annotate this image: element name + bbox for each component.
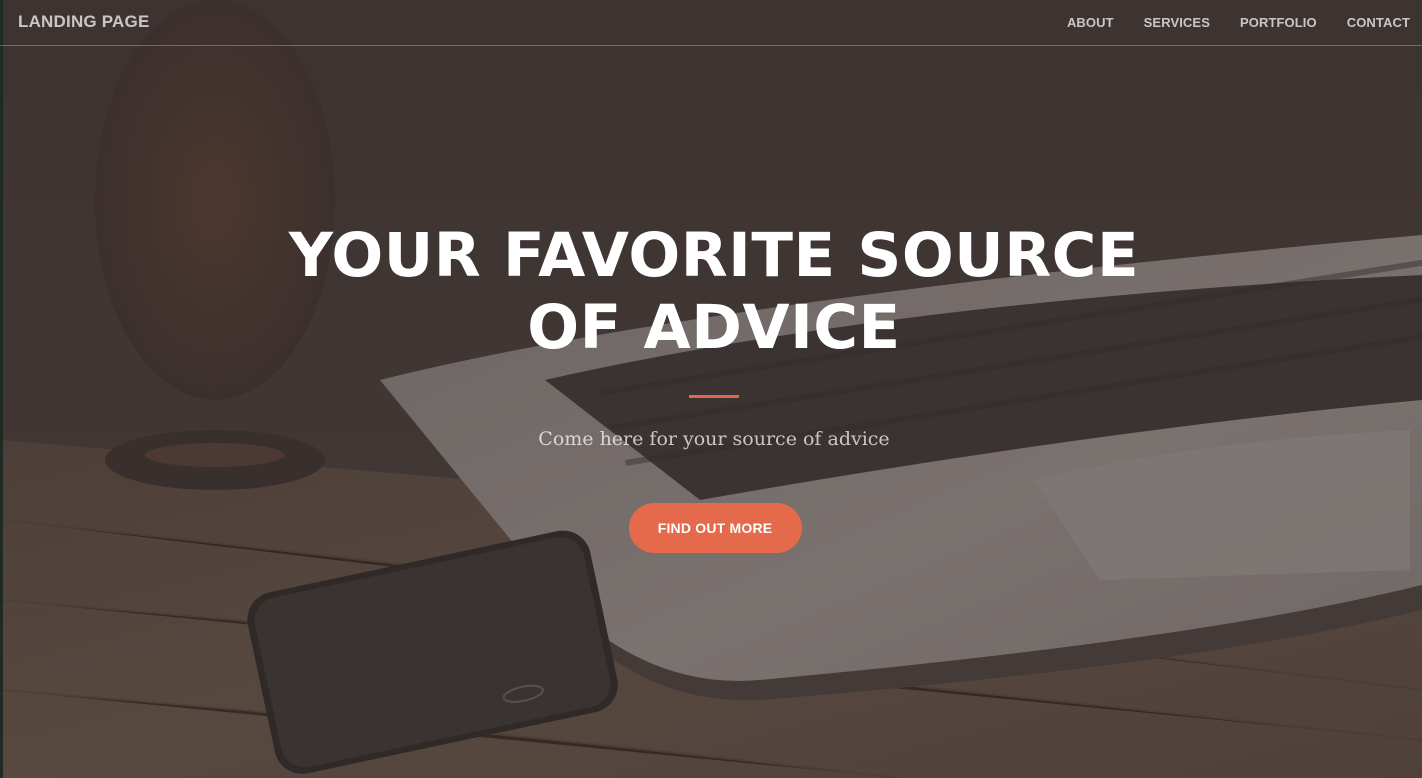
nav-link-contact[interactable]: CONTACT bbox=[1347, 15, 1410, 30]
hero-subtitle: Come here for your source of advice bbox=[538, 428, 890, 450]
nav-link-portfolio[interactable]: PORTFOLIO bbox=[1240, 15, 1317, 30]
nav-link-about[interactable]: ABOUT bbox=[1067, 15, 1114, 30]
landing-page: LANDING PAGE ABOUT SERVICES PORTFOLIO CO… bbox=[0, 0, 1422, 778]
top-navbar: LANDING PAGE ABOUT SERVICES PORTFOLIO CO… bbox=[0, 0, 1422, 46]
hero-divider bbox=[689, 395, 739, 398]
hero-section: YOUR FAVORITE SOURCE OF ADVICE Come here… bbox=[0, 220, 1422, 553]
nav-links: ABOUT SERVICES PORTFOLIO CONTACT bbox=[1067, 15, 1410, 30]
hero-title: YOUR FAVORITE SOURCE OF ADVICE bbox=[288, 220, 1140, 363]
find-out-more-button[interactable]: FIND OUT MORE bbox=[628, 503, 802, 553]
nav-link-services[interactable]: SERVICES bbox=[1144, 15, 1210, 30]
brand-logo-link[interactable]: LANDING PAGE bbox=[18, 12, 149, 32]
